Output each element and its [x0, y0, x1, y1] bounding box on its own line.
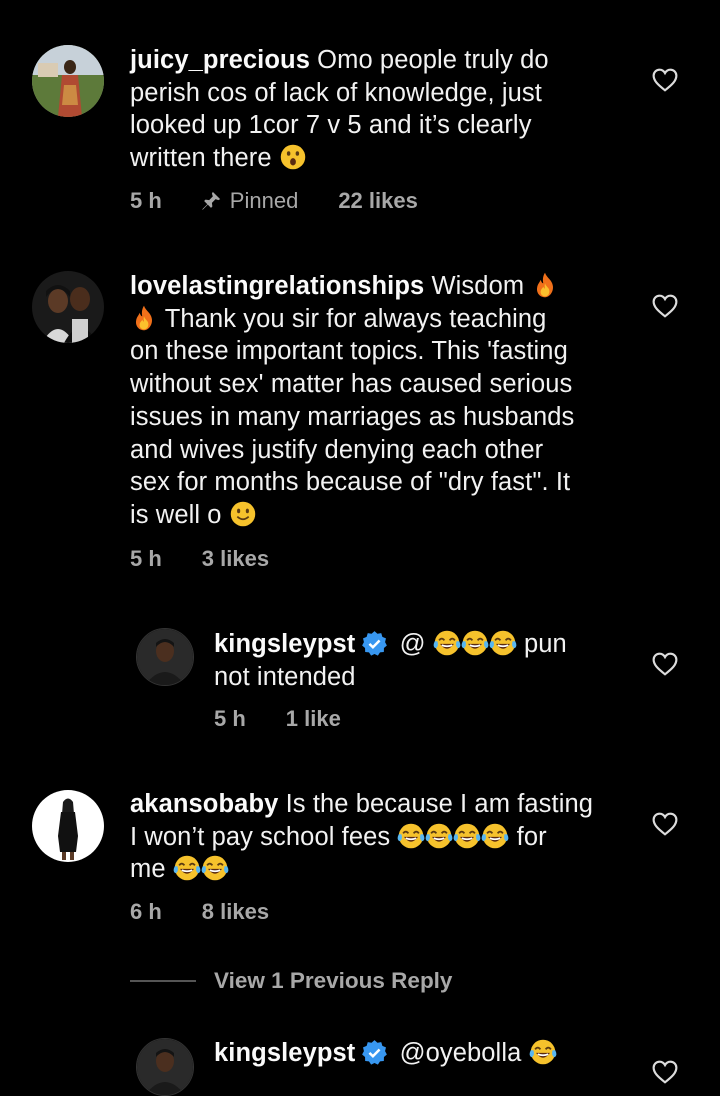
mention-link[interactable]: @ — [400, 630, 426, 658]
comment-time: 6 h — [130, 899, 162, 924]
comment-username[interactable]: kingsleypst — [214, 1039, 355, 1067]
heart-outline-icon[interactable] — [652, 652, 678, 676]
comment-body: is well o — [130, 500, 222, 529]
comment-meta: 5 h 1 like — [214, 706, 341, 732]
pin-icon — [200, 190, 222, 212]
comment-body: Is the because I am fasting — [285, 790, 594, 818]
comment-body: for — [516, 822, 547, 851]
tears-of-joy-emoji — [433, 629, 461, 657]
comment-time: 5 h — [214, 706, 246, 731]
comment-body: I won’t pay school fees — [130, 822, 391, 851]
heart-outline-icon[interactable] — [652, 812, 678, 836]
likes-count[interactable]: 8 likes — [202, 899, 269, 925]
fire-emoji — [531, 271, 559, 299]
comment-text: kingsleypst @ pun not intended — [214, 628, 634, 693]
likes-count[interactable]: 3 likes — [202, 546, 269, 572]
comment-body: not intended — [214, 662, 356, 691]
view-previous-replies-button[interactable]: View 1 Previous Reply — [130, 968, 452, 994]
comment-meta: 5 h 3 likes — [130, 546, 269, 572]
comment-body: written there — [130, 144, 272, 173]
comment-time: 5 h — [130, 546, 162, 571]
avatar[interactable] — [32, 790, 104, 862]
heart-outline-icon[interactable] — [652, 1060, 678, 1084]
tears-of-joy-emoji — [201, 854, 229, 882]
tears-of-joy-emoji — [489, 629, 517, 657]
tears-of-joy-emoji — [425, 822, 453, 850]
mention-link[interactable]: @oyebolla — [400, 1039, 522, 1067]
comment-time: 5 h — [130, 188, 162, 213]
verified-badge-icon — [361, 1039, 388, 1066]
comment-text: kingsleypst @oyebolla — [214, 1037, 634, 1070]
slight-smile-emoji — [229, 500, 257, 528]
avatar[interactable] — [136, 1038, 194, 1096]
comment-text: lovelastingrelationships Wisdom Thank yo… — [130, 270, 650, 532]
avatar[interactable] — [32, 45, 104, 117]
tears-of-joy-emoji — [461, 629, 489, 657]
fire-emoji — [130, 304, 158, 332]
verified-badge-icon — [361, 630, 388, 657]
reply-thread-line — [130, 980, 196, 982]
tears-of-joy-emoji — [397, 822, 425, 850]
pinned-label: Pinned — [229, 188, 299, 213]
comment-username[interactable]: juicy_precious — [130, 46, 310, 74]
comment-body: Thank you sir for always teaching — [164, 304, 547, 333]
comment-body: perish cos of lack of knowledge, just — [130, 78, 542, 107]
comment-body: and wives justify denying each other — [130, 435, 544, 464]
tears-of-joy-emoji — [529, 1038, 557, 1066]
comment-body: Wisdom — [431, 272, 525, 300]
comment-body: issues in many marriages as husbands — [130, 402, 575, 431]
comment-body: looked up 1cor 7 v 5 and it’s clearly — [130, 111, 532, 140]
comment-body: pun — [523, 630, 567, 658]
comment-text: akansobaby Is the because I am fasting I… — [130, 788, 650, 886]
comment-body: sex for months because of "dry fast". It — [130, 468, 571, 497]
comment-text: juicy_precious Omo people truly do peris… — [130, 44, 650, 175]
avatar[interactable] — [136, 628, 194, 686]
surprised-face-emoji — [279, 143, 307, 171]
comment-body: me — [130, 855, 166, 884]
comment-meta: 5 h Pinned 22 likes — [130, 188, 418, 214]
tears-of-joy-emoji — [453, 822, 481, 850]
tears-of-joy-emoji — [173, 854, 201, 882]
comment-username[interactable]: kingsleypst — [214, 630, 355, 658]
likes-count[interactable]: 1 like — [286, 706, 341, 732]
comment-body: Omo people truly do — [317, 46, 549, 74]
heart-outline-icon[interactable] — [652, 68, 678, 92]
comment-meta: 6 h 8 likes — [130, 899, 269, 925]
heart-outline-icon[interactable] — [652, 294, 678, 318]
avatar[interactable] — [32, 271, 104, 343]
comment-body: on these important topics. This 'fasting — [130, 337, 568, 366]
likes-count[interactable]: 22 likes — [338, 188, 418, 214]
comment-username[interactable]: akansobaby — [130, 790, 278, 818]
view-replies-label: View 1 Previous Reply — [214, 968, 453, 993]
tears-of-joy-emoji — [481, 822, 509, 850]
comment-body: without sex' matter has caused serious — [130, 370, 573, 399]
comment-username[interactable]: lovelastingrelationships — [130, 272, 424, 300]
